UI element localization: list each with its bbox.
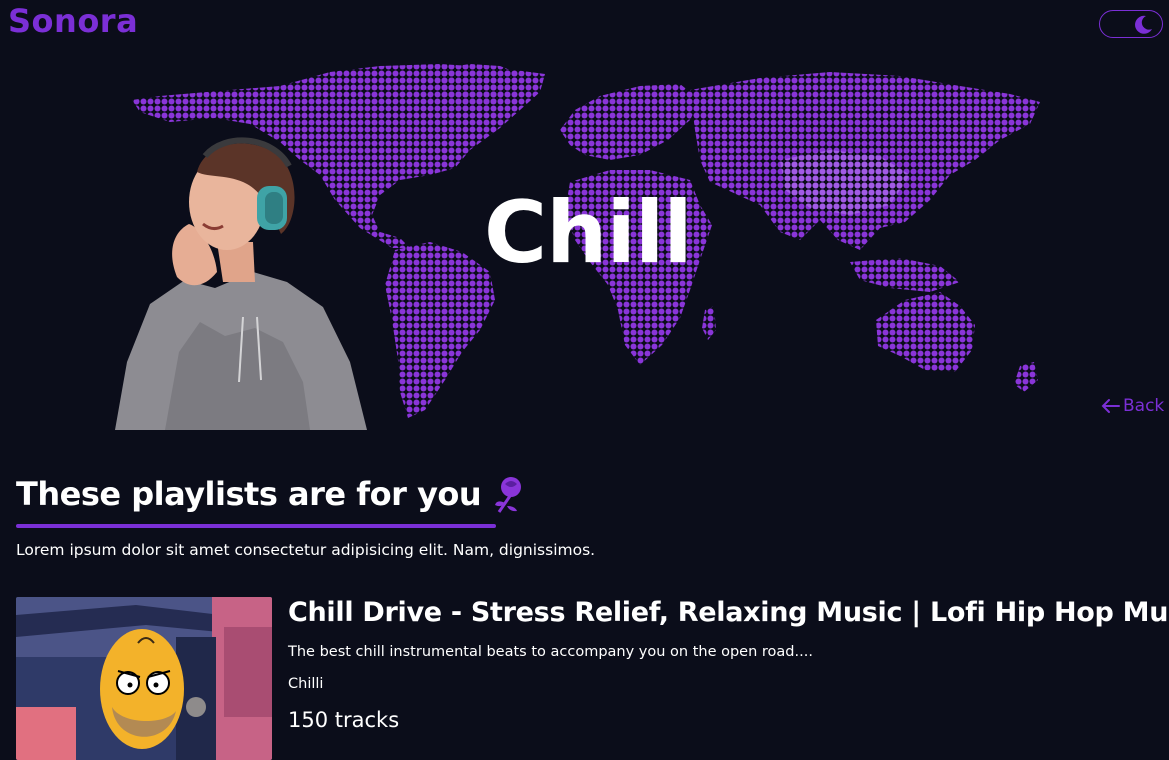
app-logo[interactable]: Sonora — [8, 2, 138, 40]
top-bar: Sonora — [0, 0, 1169, 48]
section-description: Lorem ipsum dolor sit amet consectetur a… — [16, 541, 596, 559]
listener-photo — [115, 137, 367, 430]
rose-icon — [495, 477, 522, 513]
section-header: These playlists are for you — [16, 474, 527, 514]
theme-toggle[interactable] — [1099, 10, 1163, 38]
section-underline — [16, 524, 496, 528]
back-link[interactable]: Back — [1100, 396, 1164, 416]
playlist-thumbnail[interactable] — [16, 597, 272, 760]
playlist-card[interactable]: Chill Drive - Stress Relief, Relaxing Mu… — [16, 597, 1169, 760]
playlist-description: The best chill instrumental beats to acc… — [288, 644, 813, 660]
arrow-left-icon — [1101, 399, 1120, 413]
hero-title: Chill — [484, 183, 693, 283]
back-label: Back — [1123, 396, 1165, 416]
playlist-title[interactable]: Chill Drive - Stress Relief, Relaxing Mu… — [288, 597, 1169, 628]
hero-banner: Chill Back — [0, 0, 1169, 430]
playlist-owner: Chilli — [288, 676, 324, 692]
section-title: These playlists are for you — [16, 475, 482, 513]
playlist-track-count: 150 tracks — [288, 708, 400, 732]
playlist-cover-image — [16, 597, 272, 760]
moon-icon — [1135, 15, 1152, 34]
